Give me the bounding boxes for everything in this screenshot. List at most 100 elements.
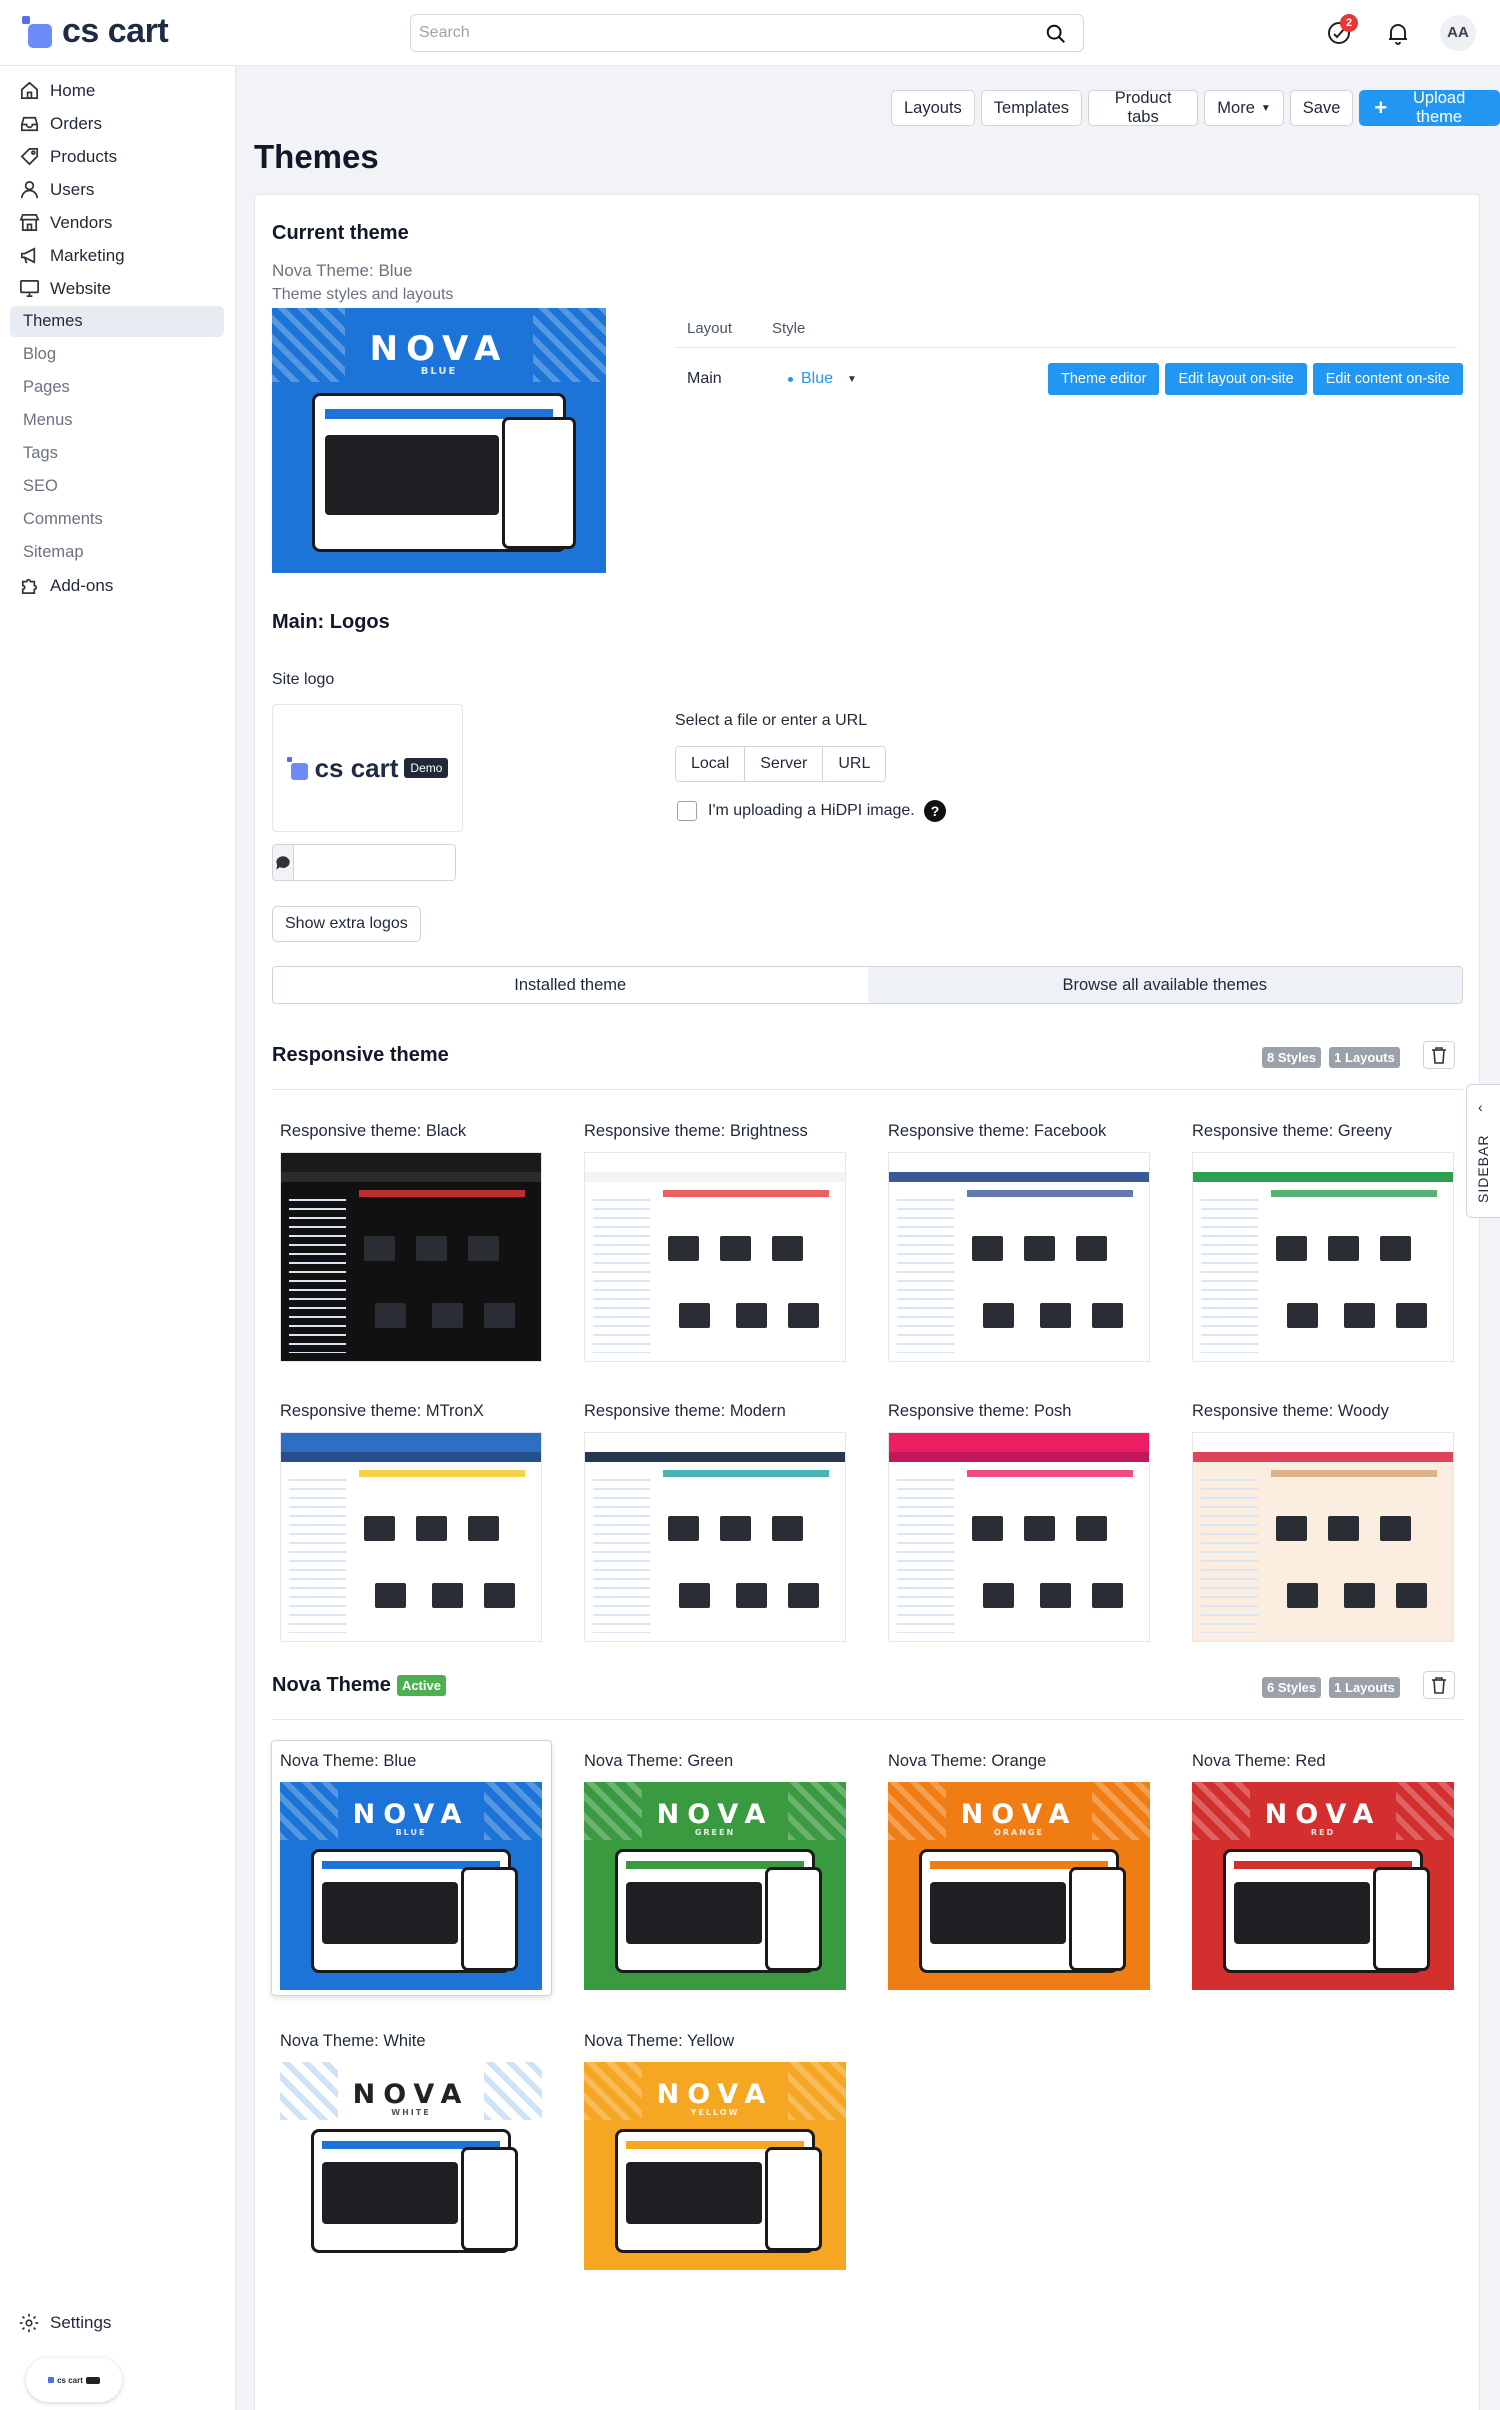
logo-mark-icon <box>286 757 309 780</box>
responsive-theme-pills: 8 Styles 1 Layouts <box>1262 1047 1400 1068</box>
nova-theme-preview[interactable]: NOVA WHITE <box>280 2062 542 2270</box>
nova-theme-name[interactable]: Nova Theme: Blue <box>280 1752 416 1771</box>
edit-layout-onsite-button[interactable]: Edit layout on-site <box>1165 363 1307 395</box>
search-input[interactable] <box>411 15 1031 51</box>
nova-theme-preview[interactable]: NOVA GREEN <box>584 1782 846 1990</box>
sidebar-item-marketing[interactable]: Marketing <box>10 240 224 271</box>
responsive-theme-preview[interactable] <box>280 1432 542 1642</box>
style-dropdown[interactable]: Blue ▼ <box>788 370 857 388</box>
logo-alt-input[interactable] <box>294 845 455 880</box>
responsive-theme-preview[interactable] <box>584 1152 846 1362</box>
templates-button[interactable]: Templates <box>980 90 1082 126</box>
hidpi-label: I'm uploading a HiDPI image. <box>708 802 915 819</box>
sidebar-item-orders[interactable]: Orders <box>10 108 224 139</box>
sidebar-item-label: Users <box>50 179 95 199</box>
nova-theme-name[interactable]: Nova Theme: Orange <box>888 1752 1046 1771</box>
responsive-theme-name[interactable]: Responsive theme: Greeny <box>1192 1122 1392 1141</box>
layouts-button[interactable]: Layouts <box>891 90 975 126</box>
sidebar-sub-seo[interactable]: SEO <box>10 471 224 502</box>
sidebar-item-home[interactable]: Home <box>10 75 224 106</box>
sidebar-item-vendors[interactable]: Vendors <box>10 207 224 238</box>
cs-cart-logo[interactable]: cs cart <box>22 14 169 48</box>
section-divider <box>272 1089 1463 1090</box>
sidebar-item-label: Vendors <box>50 212 113 232</box>
comment-icon <box>273 845 294 880</box>
mini-cs-cart-logo[interactable]: cs cart <box>26 2358 122 2402</box>
preview-brand-text: NOVA <box>352 1798 470 1830</box>
help-icon[interactable]: ? <box>924 800 946 822</box>
user-avatar[interactable]: AA <box>1440 15 1476 51</box>
responsive-theme-heading: Responsive theme <box>272 1044 449 1066</box>
responsive-theme-preview[interactable] <box>888 1432 1150 1642</box>
product-tabs-button[interactable]: Product tabs <box>1088 89 1199 126</box>
preview-variant-text: ORANGE <box>994 1827 1044 1837</box>
sidebar-sub-pages[interactable]: Pages <box>10 372 224 403</box>
inbox-icon <box>20 116 39 132</box>
layouts-count-badge: 1 Layouts <box>1329 1677 1400 1698</box>
preview-brand-text: NOVA <box>960 1798 1078 1830</box>
toolbar: Layouts Templates Product tabs More ▼ Sav… <box>891 89 1500 126</box>
mini-logo-text: cs cart <box>57 2375 83 2385</box>
sidebar-item-products[interactable]: Products <box>10 141 224 172</box>
nova-theme-preview[interactable]: NOVA ORANGE <box>888 1782 1150 1990</box>
sidebar-item-users[interactable]: Users <box>10 174 224 205</box>
tab-installed-theme[interactable]: Installed theme <box>273 967 868 1003</box>
caret-down-icon: ▼ <box>847 373 857 385</box>
sidebar-item-label: Add-ons <box>50 575 114 595</box>
sidebar-item-settings[interactable]: Settings <box>18 2312 111 2334</box>
sidebar-sub-sitemap[interactable]: Sitemap <box>10 537 224 568</box>
show-extra-logos-button[interactable]: Show extra logos <box>272 906 421 942</box>
nova-theme-heading: Nova Theme <box>272 1674 391 1696</box>
styles-count-badge: 8 Styles <box>1262 1047 1322 1068</box>
nova-theme-preview[interactable]: NOVA RED <box>1192 1782 1454 1990</box>
responsive-theme-name[interactable]: Responsive theme: Brightness <box>584 1122 808 1141</box>
sidebar-item-addons[interactable]: Add-ons <box>10 570 224 601</box>
nova-theme-name[interactable]: Nova Theme: White <box>280 2032 426 2051</box>
responsive-theme-preview[interactable] <box>1192 1432 1454 1642</box>
responsive-theme-preview[interactable] <box>280 1152 542 1362</box>
bell-icon[interactable] <box>1383 18 1413 48</box>
delete-responsive-theme-button[interactable] <box>1423 1041 1455 1069</box>
hidpi-checkbox[interactable] <box>677 801 697 821</box>
sidebar-item-website[interactable]: Website <box>10 273 224 304</box>
responsive-theme-preview[interactable] <box>888 1152 1150 1362</box>
responsive-theme-name[interactable]: Responsive theme: Modern <box>584 1402 786 1421</box>
responsive-theme-name[interactable]: Responsive theme: MTronX <box>280 1402 484 1421</box>
sidebar-sub-menus[interactable]: Menus <box>10 405 224 436</box>
upload-theme-label: Upload theme <box>1412 89 1466 126</box>
sidebar-toggle[interactable]: ‹ SIDEBAR <box>1466 1084 1500 1218</box>
layouts-count-badge: 1 Layouts <box>1329 1047 1400 1068</box>
responsive-theme-name[interactable]: Responsive theme: Facebook <box>888 1122 1106 1141</box>
current-theme-preview: NOVA BLUE <box>272 308 606 573</box>
tab-browse-themes[interactable]: Browse all available themes <box>867 967 1462 1003</box>
search-icon[interactable] <box>1045 23 1067 45</box>
sidebar-sub-themes[interactable]: Themes <box>10 306 224 337</box>
theme-editor-button[interactable]: Theme editor <box>1048 363 1160 395</box>
responsive-theme-preview[interactable] <box>584 1432 846 1642</box>
source-local-button[interactable]: Local <box>676 747 746 781</box>
sidebar-sub-blog[interactable]: Blog <box>10 339 224 370</box>
active-badge: Active <box>396 1675 446 1696</box>
style-dot-icon <box>788 376 793 382</box>
more-button[interactable]: More ▼ <box>1204 90 1284 126</box>
mini-logo-mark-icon <box>48 2377 55 2383</box>
sidebar-sub-comments[interactable]: Comments <box>10 504 224 535</box>
responsive-theme-name[interactable]: Responsive theme: Posh <box>888 1402 1071 1421</box>
responsive-theme-name[interactable]: Responsive theme: Woody <box>1192 1402 1389 1421</box>
save-button[interactable]: Save <box>1289 90 1354 126</box>
chevron-left-icon: ‹ <box>1478 1099 1483 1115</box>
nova-theme-name[interactable]: Nova Theme: Yellow <box>584 2032 734 2051</box>
responsive-theme-preview[interactable] <box>1192 1152 1454 1362</box>
upload-theme-button[interactable]: + Upload theme <box>1359 89 1500 126</box>
responsive-theme-name[interactable]: Responsive theme: Black <box>280 1122 466 1141</box>
nova-theme-name[interactable]: Nova Theme: Green <box>584 1752 733 1771</box>
source-server-button[interactable]: Server <box>745 747 824 781</box>
nova-theme-preview[interactable]: NOVA YELLOW <box>584 2062 846 2270</box>
styles-count-badge: 6 Styles <box>1262 1677 1322 1698</box>
nova-theme-name[interactable]: Nova Theme: Red <box>1192 1752 1326 1771</box>
sidebar-sub-tags[interactable]: Tags <box>10 438 224 469</box>
delete-nova-theme-button[interactable] <box>1423 1671 1455 1699</box>
nova-theme-preview[interactable]: NOVA BLUE <box>280 1782 542 1990</box>
source-url-button[interactable]: URL <box>823 747 886 781</box>
edit-content-onsite-button[interactable]: Edit content on-site <box>1312 363 1463 395</box>
